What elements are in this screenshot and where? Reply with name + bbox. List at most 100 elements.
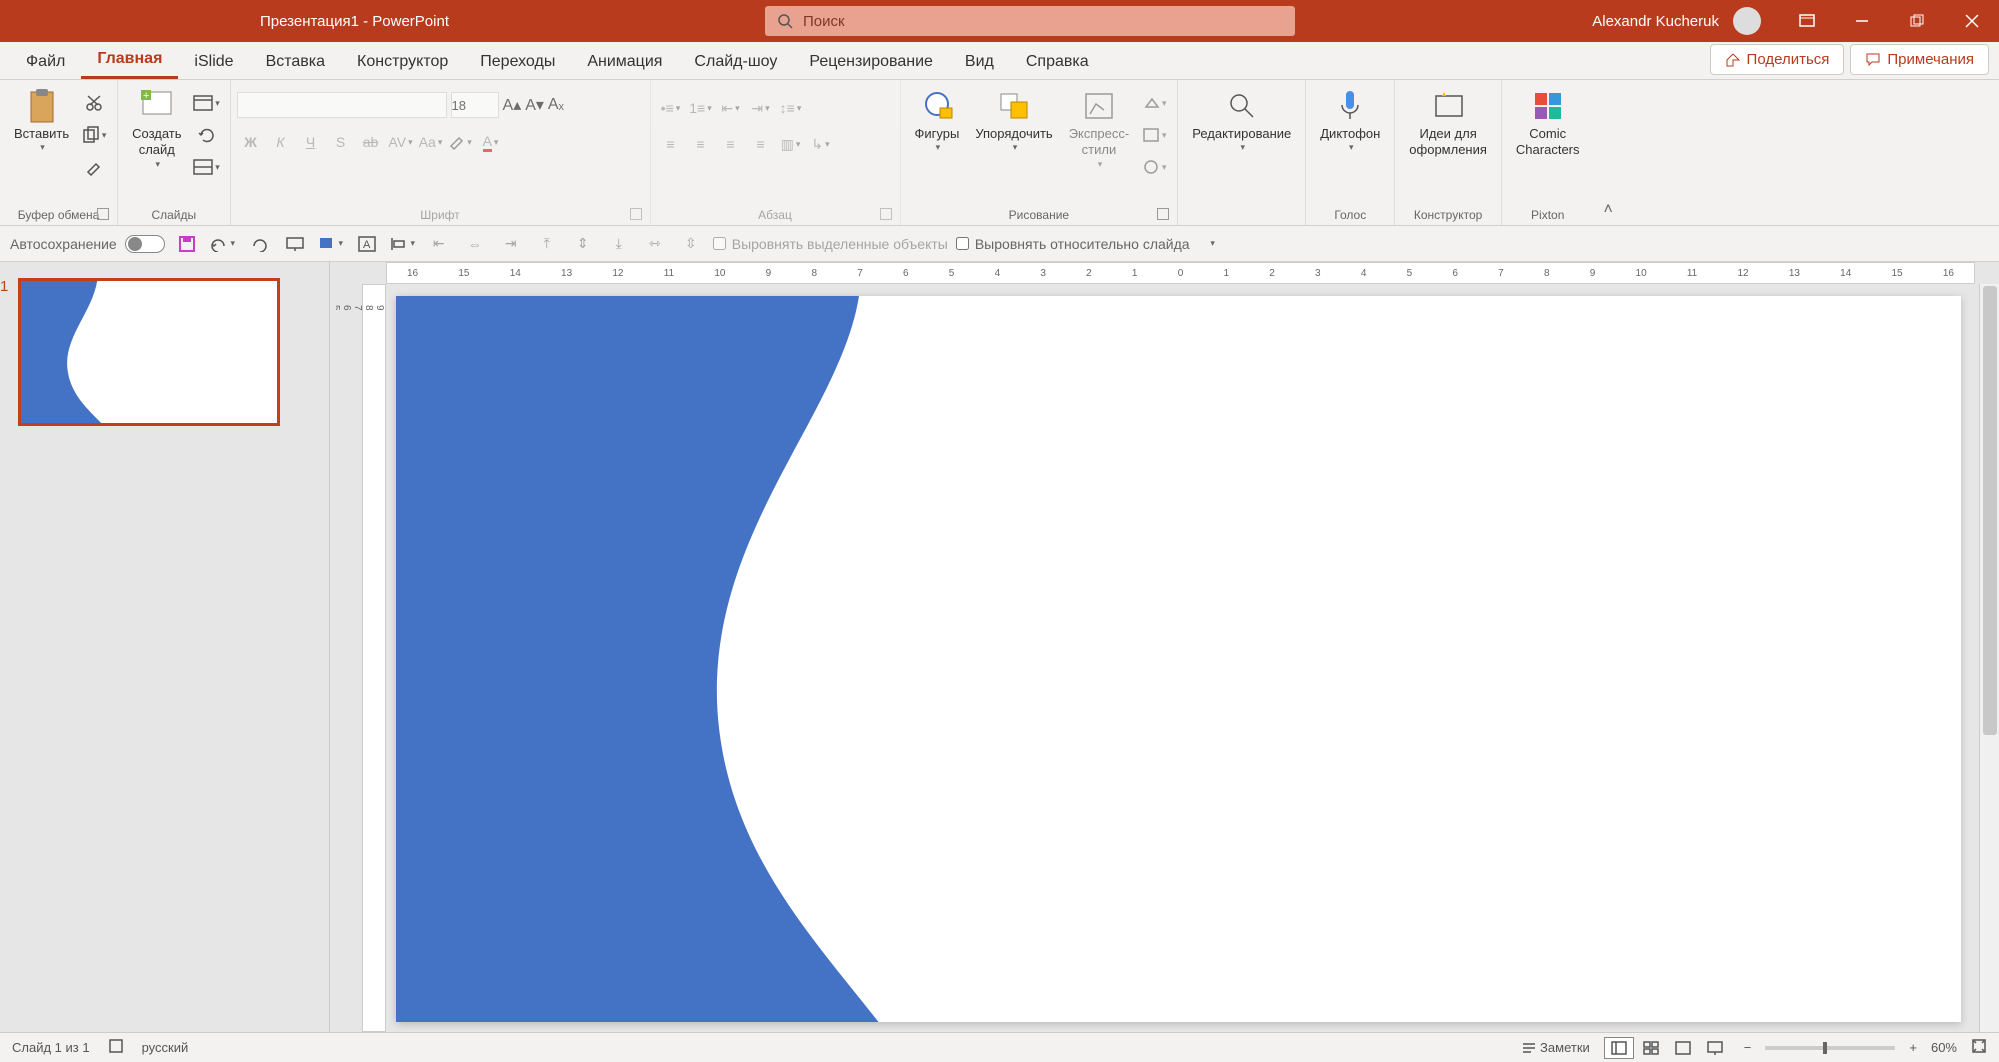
tab-slideshow[interactable]: Слайд-шоу — [678, 45, 793, 79]
notes-button[interactable]: Заметки — [1522, 1040, 1590, 1055]
share-button[interactable]: Поделиться — [1710, 44, 1845, 75]
tab-transitions[interactable]: Переходы — [464, 45, 571, 79]
reading-view-button[interactable] — [1668, 1037, 1698, 1059]
tab-home[interactable]: Главная — [81, 42, 178, 79]
distribute-v-qat[interactable]: ⇳ — [677, 231, 705, 257]
align-slide-check[interactable]: Выровнять относительно слайда — [956, 236, 1190, 252]
ribbon-display-button[interactable] — [1779, 0, 1834, 42]
align-selected-check[interactable]: Выровнять выделенные объекты — [713, 236, 948, 252]
distribute-h-qat[interactable]: ⇿ — [641, 231, 669, 257]
bold-button[interactable]: Ж — [237, 130, 265, 154]
slide-thumbnails-panel[interactable]: 1 — [0, 262, 330, 1032]
comments-button[interactable]: Примечания — [1850, 44, 1989, 75]
case-button[interactable]: Aa — [417, 130, 445, 154]
maximize-button[interactable] — [1889, 0, 1944, 42]
zoom-out-button[interactable]: − — [1744, 1040, 1752, 1055]
quick-styles-button[interactable]: Экспресс- стили — [1061, 84, 1138, 172]
tab-review[interactable]: Рецензирование — [793, 45, 949, 79]
shape-effects-button[interactable] — [1137, 154, 1171, 180]
editing-button[interactable]: Редактирование — [1184, 84, 1299, 156]
highlight-button[interactable] — [447, 130, 475, 154]
shapes-button[interactable]: Фигуры — [907, 84, 968, 156]
slide-thumbnail-1[interactable] — [18, 278, 280, 426]
autosave-toggle[interactable] — [125, 235, 165, 253]
draw-launcher[interactable] — [1157, 208, 1169, 220]
textbox-button[interactable]: A — [353, 231, 381, 257]
tab-help[interactable]: Справка — [1010, 45, 1105, 79]
undo-button[interactable] — [209, 231, 237, 257]
shape-fill-button[interactable] — [1137, 90, 1171, 116]
reset-button[interactable] — [190, 122, 224, 148]
justify-button[interactable]: ≡ — [747, 132, 775, 156]
increase-font-button[interactable]: A▴ — [503, 95, 522, 115]
clear-format-button[interactable]: Aₓ — [548, 96, 564, 114]
align-center-h-qat[interactable]: ⇔ — [461, 231, 489, 257]
minimize-button[interactable] — [1834, 0, 1889, 42]
text-direction-button[interactable]: ↳ — [807, 132, 835, 156]
italic-button[interactable]: К — [267, 130, 295, 154]
tab-design[interactable]: Конструктор — [341, 45, 464, 79]
zoom-level[interactable]: 60% — [1931, 1040, 1957, 1055]
strike-button[interactable]: ab — [357, 130, 385, 154]
dictate-button[interactable]: Диктофон — [1312, 84, 1388, 156]
underline-button[interactable]: Ч — [297, 130, 325, 154]
sorter-view-button[interactable] — [1636, 1037, 1666, 1059]
cut-button[interactable] — [77, 90, 111, 116]
qat-customize-button[interactable] — [1198, 231, 1226, 257]
tab-islide[interactable]: iSlide — [178, 45, 249, 79]
align-right-button[interactable]: ≡ — [717, 132, 745, 156]
align-menu-button[interactable] — [389, 231, 417, 257]
section-button[interactable] — [190, 154, 224, 180]
spellcheck-icon[interactable] — [108, 1038, 124, 1057]
from-beginning-button[interactable] — [281, 231, 309, 257]
font-launcher[interactable] — [630, 208, 642, 220]
font-size-combo[interactable] — [451, 92, 499, 118]
copy-button[interactable] — [77, 122, 111, 148]
align-middle-qat[interactable]: ⇕ — [569, 231, 597, 257]
line-spacing-button[interactable]: ↕≡ — [777, 96, 805, 120]
search-box[interactable]: Поиск — [765, 6, 1295, 36]
fit-to-window-button[interactable] — [1971, 1038, 1987, 1057]
zoom-in-button[interactable]: + — [1909, 1040, 1917, 1055]
shape-outline-button[interactable] — [1137, 122, 1171, 148]
paste-button[interactable]: Вставить — [6, 84, 77, 156]
format-painter-button[interactable] — [77, 154, 111, 180]
columns-button[interactable]: ▥ — [777, 132, 805, 156]
save-button[interactable] — [173, 231, 201, 257]
design-ideas-button[interactable]: Идеи для оформления — [1401, 84, 1495, 161]
align-left-qat[interactable]: ⇤ — [425, 231, 453, 257]
align-bottom-qat[interactable]: ⤓ — [605, 231, 633, 257]
tab-insert[interactable]: Вставка — [250, 45, 341, 79]
indent-inc-button[interactable]: ⇥ — [747, 96, 775, 120]
arrange-button[interactable]: Упорядочить — [967, 84, 1060, 156]
collapse-ribbon-button[interactable]: ˄ — [1594, 195, 1623, 225]
vertical-scrollbar[interactable] — [1979, 284, 1999, 1032]
user-avatar[interactable] — [1733, 7, 1761, 35]
redo-button[interactable] — [245, 231, 273, 257]
shadow-button[interactable]: S — [327, 130, 355, 154]
align-center-button[interactable]: ≡ — [687, 132, 715, 156]
font-color-button[interactable]: A — [477, 130, 505, 154]
new-slide-button[interactable]: + Создать слайд — [124, 84, 189, 172]
slide-counter[interactable]: Слайд 1 из 1 — [12, 1040, 90, 1055]
user-name[interactable]: Alexandr Kucheruk — [1592, 13, 1719, 30]
slideshow-view-button[interactable] — [1700, 1037, 1730, 1059]
language-status[interactable]: русский — [142, 1040, 189, 1055]
align-top-qat[interactable]: ⤒ — [533, 231, 561, 257]
zoom-slider[interactable] — [1765, 1046, 1895, 1050]
close-button[interactable] — [1944, 0, 1999, 42]
numbering-button[interactable]: 1≡ — [687, 96, 715, 120]
slide-canvas[interactable] — [396, 296, 1961, 1022]
bullets-button[interactable]: •≡ — [657, 96, 685, 120]
decrease-font-button[interactable]: A▾ — [525, 95, 544, 115]
font-family-combo[interactable] — [237, 92, 447, 118]
comic-characters-button[interactable]: Comic Characters — [1508, 84, 1588, 161]
spacing-button[interactable]: AV — [387, 130, 415, 154]
para-launcher[interactable] — [880, 208, 892, 220]
tab-view[interactable]: Вид — [949, 45, 1010, 79]
clipboard-launcher[interactable] — [97, 208, 109, 220]
layout-button[interactable] — [190, 90, 224, 116]
tab-file[interactable]: Файл — [10, 45, 81, 79]
indent-dec-button[interactable]: ⇤ — [717, 96, 745, 120]
align-left-button[interactable]: ≡ — [657, 132, 685, 156]
